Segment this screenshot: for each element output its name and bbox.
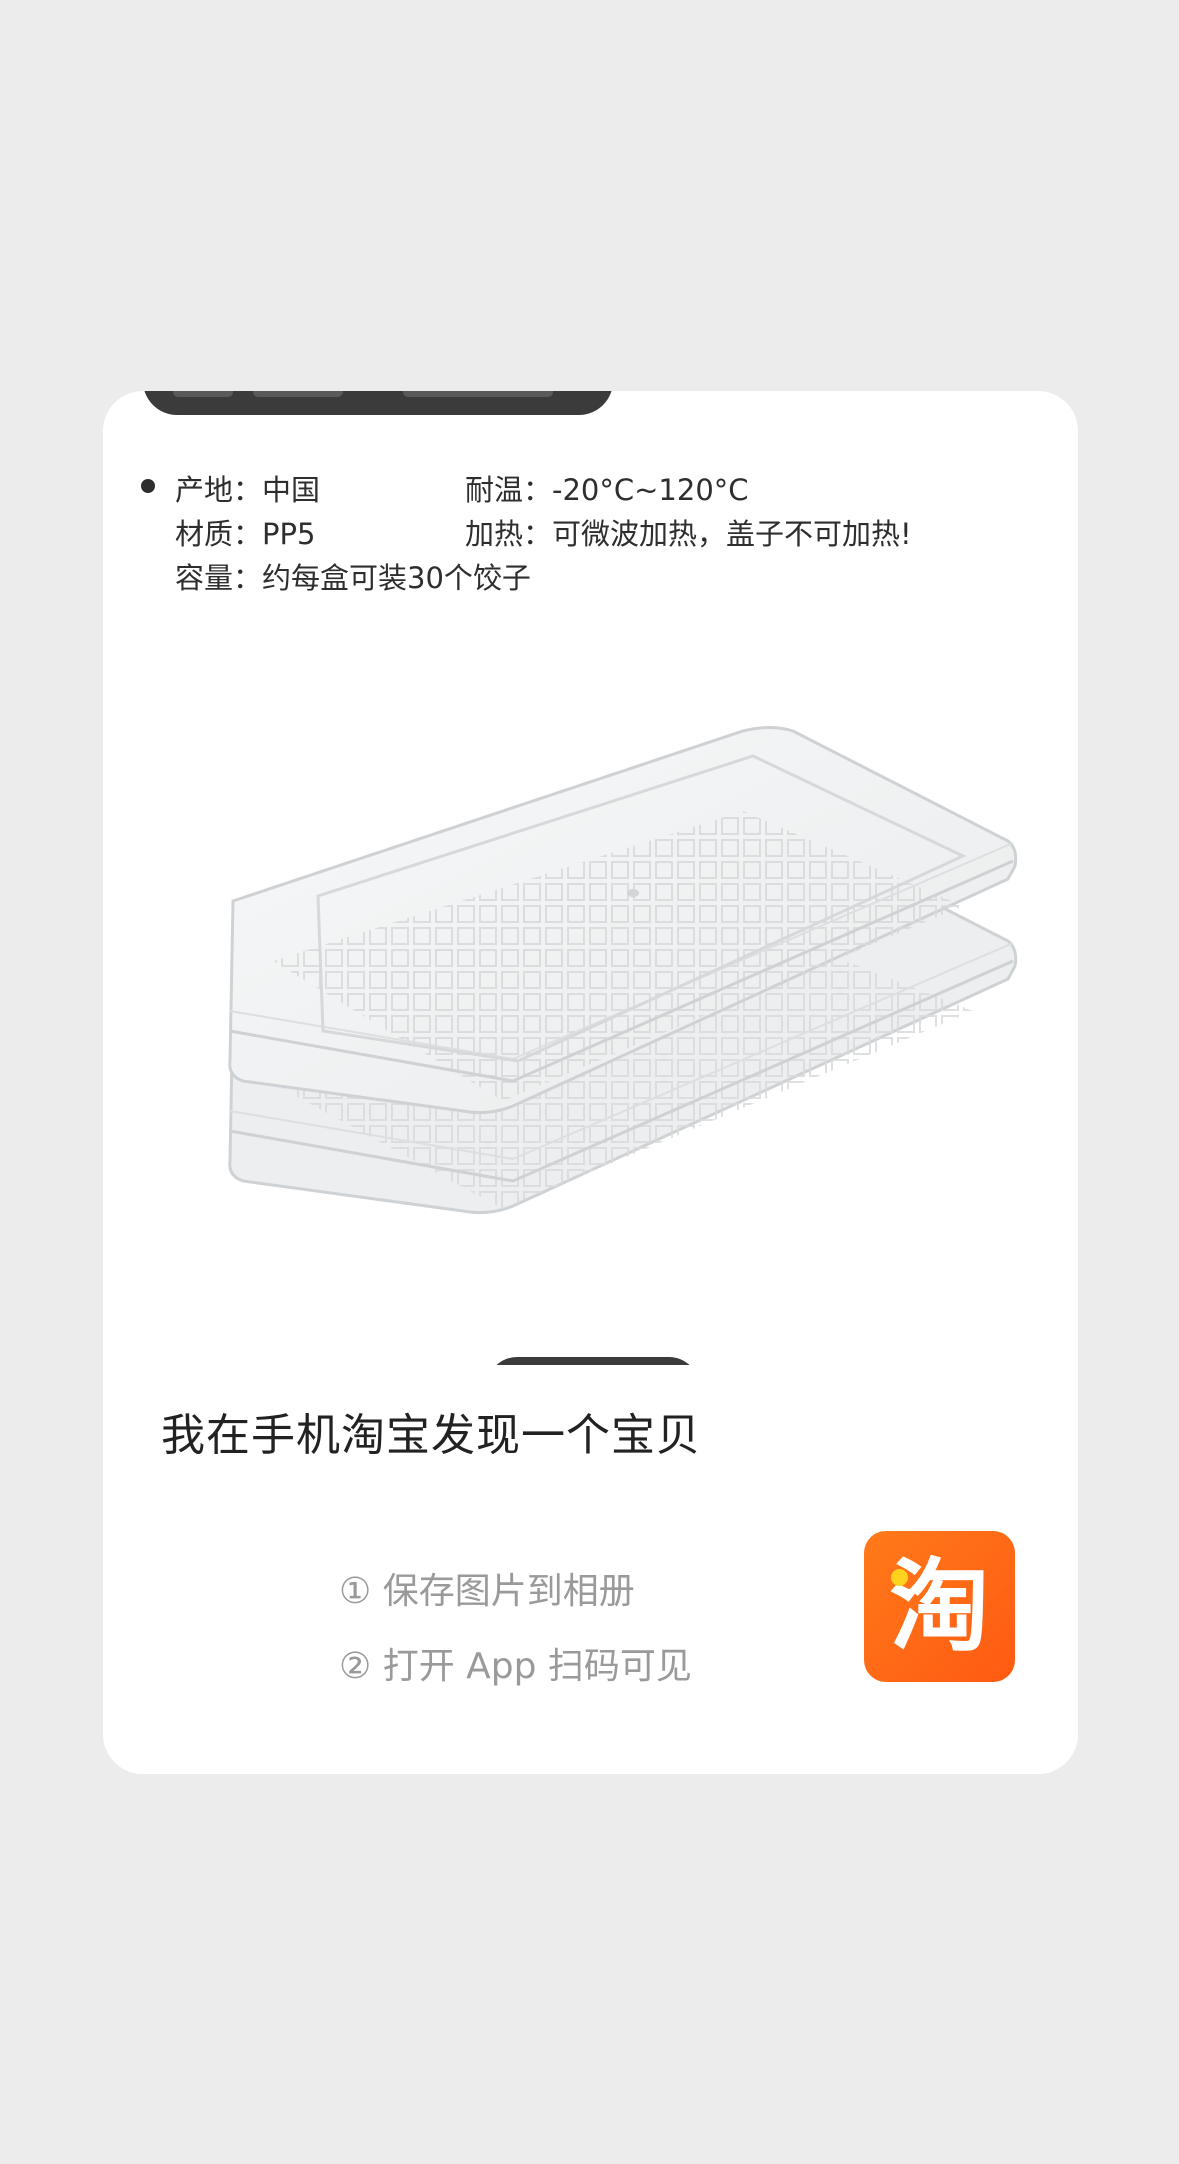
product-specs: 产地：中国 耐温：-20°C~120°C 材质：PP5 加热：可微波加热，盖子不… xyxy=(135,429,1055,595)
spec-capacity: 容量：约每盒可装30个饺子 xyxy=(175,561,531,595)
share-title: 我在手机淘宝发现一个宝贝 xyxy=(161,1410,701,1461)
spec-temperature: 耐温：-20°C~120°C xyxy=(465,473,749,507)
product-image xyxy=(228,726,1018,1215)
spec-heating: 加热：可微波加热，盖子不可加热! xyxy=(465,517,912,551)
spec-origin: 产地：中国 xyxy=(175,473,321,507)
bullet-icon xyxy=(141,479,155,493)
spec-header-pill xyxy=(143,391,613,415)
step-open-app-scan: ② 打开 App 扫码可见 xyxy=(339,1646,692,1687)
share-card: 产地：中国 耐温：-20°C~120°C 材质：PP5 加热：可微波加热，盖子不… xyxy=(103,391,1078,1774)
taobao-logo-dot xyxy=(891,1569,908,1586)
step-save-image: ① 保存图片到相册 xyxy=(339,1571,635,1612)
spec-material: 材质：PP5 xyxy=(175,517,316,551)
taobao-logo-icon: 淘 xyxy=(864,1531,1015,1682)
share-panel: 我在手机淘宝发现一个宝贝 ① 保存图片到相册 ② 打开 App 扫码可见 淘 xyxy=(103,1365,1078,1774)
taobao-logo-glyph: 淘 xyxy=(889,1548,990,1665)
